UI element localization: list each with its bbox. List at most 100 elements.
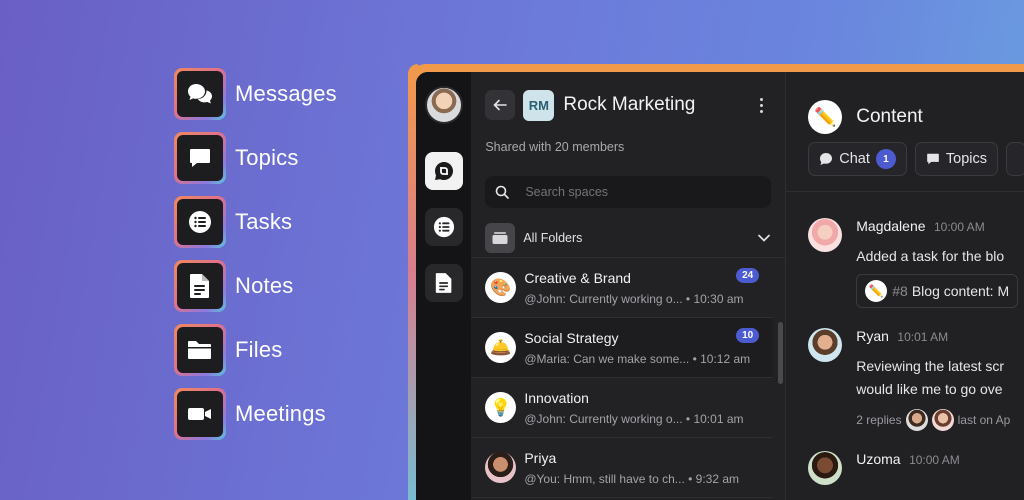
speech-bubble-icon [190,149,210,167]
palette-icon: 🎨 [485,272,517,303]
feature-topics[interactable]: Topics [174,132,337,184]
space-item-innovation[interactable]: 💡 Innovation @John: Currently working o.… [471,378,774,438]
task-list-icon [433,216,454,238]
space-item-priya[interactable]: Priya @You: Hmm, still have to ch... • 9… [471,438,774,498]
tab-topics[interactable]: Topics [914,142,998,176]
message-author: Magdalene [856,218,926,234]
spaces-icon [434,162,453,180]
message-time: 10:00 AM [933,220,985,234]
folder-label: All Folders [523,230,583,245]
space-preview: @Maria: Can we make some... • 10:12 am [524,351,751,366]
space-item-creative-brand[interactable]: 🎨 Creative & Brand @John: Currently work… [471,258,774,318]
message-time: 10:00 AM [909,453,960,467]
app-window: RM Rock Marketing Shared with 20 members [416,72,1024,500]
feature-notes[interactable]: Notes [174,260,337,312]
task-number: #8 [892,283,908,299]
feature-messages[interactable]: Messages [174,68,337,120]
avatar [808,451,843,485]
space-name: Innovation [524,389,589,406]
message: Magdalene 10:00 AM Added a task for the … [808,218,1024,308]
search-input[interactable] [525,185,726,199]
message-text: Added a task for the blo [856,248,1005,264]
space-preview: @John: Currently working o... • 10:01 am [524,411,744,426]
message-author: Uzoma [856,451,901,467]
back-button[interactable] [485,90,516,120]
video-camera-icon [188,408,211,420]
feature-label: Notes [235,273,294,298]
search-icon [496,185,510,199]
message-author: Ryan [856,328,889,344]
avatar [808,218,843,252]
tab-label: Chat [839,151,870,167]
page-title: Content [856,106,923,127]
feature-label: Meetings [235,401,326,426]
speech-bubble-icon [927,153,939,165]
avatar [931,409,954,431]
space-name: Creative & Brand [524,269,631,286]
space-list: 🎨 Creative & Brand @John: Currently work… [471,258,774,498]
feature-label: Topics [235,145,299,170]
message-list: Magdalene 10:00 AM Added a task for the … [786,192,1024,485]
scrollbar[interactable] [778,322,784,384]
chat-icon [820,153,833,165]
pencil-icon: ✏️ [808,100,843,134]
search-box[interactable] [485,176,772,208]
tab-more[interactable] [1006,142,1024,176]
spaces-panel: RM Rock Marketing Shared with 20 members [471,72,787,500]
tab-label: Topics [945,151,987,167]
space-title: Rock Marketing [563,94,696,115]
rail-spaces-button[interactable] [424,152,463,190]
feature-label: Tasks [235,209,293,234]
task-chip[interactable]: ✏️ #8 Blog content: M [856,274,1019,308]
rail-tasks-button[interactable] [424,208,463,246]
thread-replies[interactable]: 2 replies last on Ap [856,409,1010,431]
replies-last: last on Ap [957,413,1011,427]
document-icon [190,274,209,298]
folder-selector[interactable]: All Folders [471,218,786,258]
feature-tasks[interactable]: Tasks [174,196,337,248]
avatar [808,328,843,362]
task-title: Blog content: M [911,283,1010,299]
bell-icon: 🛎️ [485,332,517,363]
space-item-social-strategy[interactable]: 🛎️ Social Strategy @Maria: Can we make s… [471,318,774,378]
space-name: Priya [524,449,557,466]
message-time: 10:01 AM [897,330,949,344]
lightbulb-icon: 💡 [485,392,517,423]
panel-header: RM Rock Marketing [471,72,785,138]
feature-label: Messages [235,81,337,106]
space-name: Social Strategy [524,329,619,346]
avatar [905,409,928,431]
folder-stack-icon [492,231,508,244]
feature-files[interactable]: Files [174,324,337,376]
more-options-icon[interactable] [751,93,771,117]
message-text: Reviewing the latest scr would like me t… [856,355,1010,401]
message: Uzoma 10:00 AM [808,451,1024,485]
tab-badge: 1 [875,149,896,169]
chat-bubbles-icon [188,84,212,104]
user-avatar[interactable] [424,86,463,124]
document-icon [435,273,452,293]
tab-bar: Chat 1 Topics [786,142,1024,192]
message-line: would like me to go ove [856,381,1003,397]
app-window-frame: RM Rock Marketing Shared with 20 members [408,64,1024,500]
tab-chat[interactable]: Chat 1 [808,142,907,176]
task-list-icon [189,211,211,233]
feature-list: Messages Topics Tasks Notes Files Meetin… [174,68,337,452]
space-preview: @You: Hmm, still have to ch... • 9:32 am [524,471,740,486]
replies-count: 2 replies [856,413,902,427]
chevron-down-icon [758,234,771,242]
unread-badge: 10 [736,328,760,343]
folder-icon [188,341,212,359]
space-preview: @John: Currently working o... • 10:30 am [524,291,744,306]
message-line: Reviewing the latest scr [856,358,1005,374]
feature-meetings[interactable]: Meetings [174,388,337,440]
feature-label: Files [235,337,283,362]
rail-notes-button[interactable] [424,264,463,302]
unread-badge: 24 [736,268,760,283]
avatar [485,452,517,483]
arrow-left-icon [493,99,508,111]
message: Ryan 10:01 AM Reviewing the latest scr w… [808,328,1024,431]
content-pane: ✏️ Content Chat 1 Topics Magdalene 10:00… [786,72,1024,500]
members-count: Shared with 20 members [485,140,625,154]
left-rail [416,72,472,500]
